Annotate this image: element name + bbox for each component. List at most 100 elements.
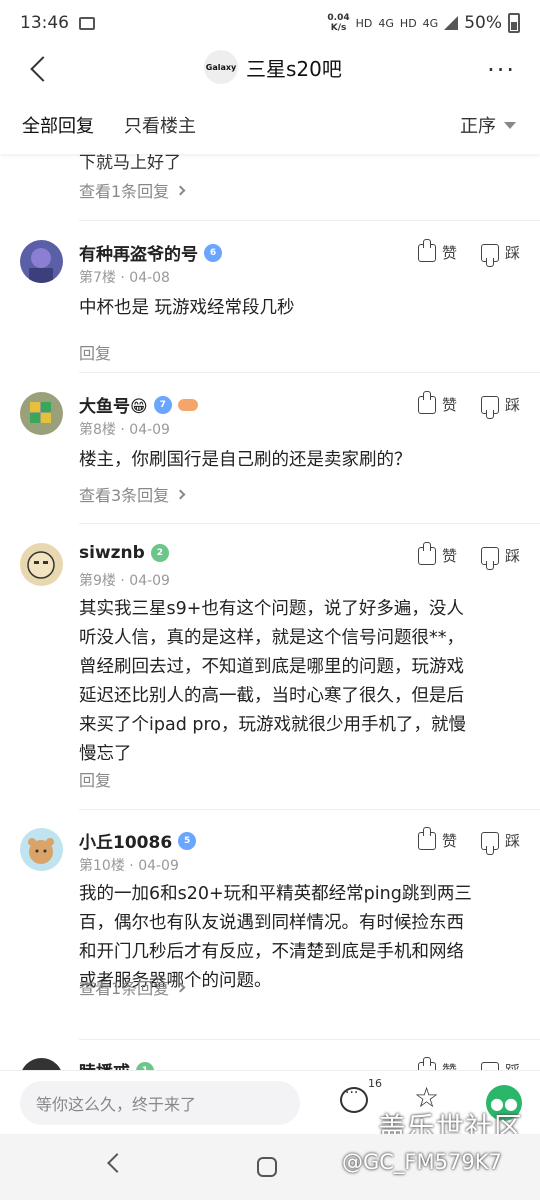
divider — [79, 372, 540, 373]
username[interactable]: siwznb 2 — [79, 543, 169, 563]
forum-title: 三星s20吧 — [246, 56, 342, 81]
avatar[interactable] — [20, 828, 63, 871]
watermark-user-id: @GC_FM579K7 — [342, 1150, 502, 1174]
like-button[interactable]: 赞 — [417, 390, 457, 415]
network-speed-value: 0.04 — [327, 13, 350, 23]
reply-content-line: 我的一加6和s20+玩和平精英都经常ping跳到两三 — [79, 884, 472, 904]
view-replies-link[interactable]: 查看1条回复 — [79, 178, 186, 202]
dislike-button[interactable]: 踩 — [480, 242, 520, 263]
avatar[interactable] — [20, 392, 63, 435]
system-back-icon[interactable] — [107, 1153, 127, 1173]
tab-all-replies[interactable]: 全部回复 — [22, 112, 94, 138]
reply-content-line: 延迟还比别人的高一截，当时心寒了很久，但是后 — [79, 686, 464, 706]
thumbs-up-icon — [417, 390, 436, 414]
comment-count: 16 — [368, 1077, 382, 1090]
like-button[interactable]: 赞 — [417, 541, 457, 566]
sort-order-dropdown[interactable]: 正序 — [460, 112, 516, 138]
view-replies-link[interactable]: 查看1条回复 — [79, 975, 186, 999]
reply-content-line: 慢忘了 — [79, 744, 132, 764]
vote-actions: 赞 踩 — [417, 826, 520, 851]
forum-logo: Galaxy — [204, 50, 238, 84]
floor-number: 第9楼 — [79, 573, 116, 589]
tab-op-only[interactable]: 只看楼主 — [124, 112, 196, 138]
vote-actions: 赞 踩 — [417, 541, 520, 566]
reply-content-line: 曾经刷回去过，不知道到底是哪里的问题，玩游戏 — [79, 657, 464, 677]
reply-content: 其实我三星s9+也有这个问题，说了好多遍，没人 听没人信，真的是这样，就是这个信… — [79, 595, 509, 769]
dislike-label: 踩 — [505, 1060, 520, 1070]
reply-content-line: 来买了个ipad pro，玩游戏就很少用手机了，就慢 — [79, 715, 466, 735]
vote-actions: 赞 踩 — [417, 1056, 520, 1070]
level-badge: 2 — [150, 544, 169, 562]
gamepad-badge-icon — [177, 398, 198, 411]
vote-actions: 赞 踩 — [417, 238, 520, 263]
previous-reply-tail: 下就马上好了 — [79, 154, 181, 173]
floor-number: 第7楼 — [79, 270, 116, 286]
reply-button[interactable]: 回复 — [79, 767, 111, 791]
view-replies-link[interactable]: 查看3条回复 — [79, 482, 186, 506]
reply-content: 楼主，你刷国行是自己刷的还是卖家刷的？ — [79, 450, 412, 470]
dislike-label: 踩 — [504, 244, 520, 262]
dislike-button[interactable]: 踩 — [480, 394, 520, 415]
username[interactable]: 睦播戒 1 — [79, 1058, 154, 1070]
thumbs-up-icon — [417, 1056, 436, 1070]
reply-meta: 第7楼 · 04-08 — [79, 270, 170, 286]
like-button[interactable]: 赞 — [417, 1056, 457, 1070]
thumbs-down-icon — [480, 546, 499, 565]
avatar[interactable] — [20, 543, 63, 586]
avatar[interactable] — [20, 240, 63, 283]
username[interactable]: 有种再盗爷的号 6 — [79, 240, 222, 265]
dislike-button[interactable]: 踩 — [480, 545, 520, 566]
network-speed: 0.04 K/s — [327, 13, 349, 33]
level-badge: 6 — [204, 243, 222, 262]
back-icon[interactable] — [26, 54, 56, 84]
username-text: siwznb — [79, 543, 145, 563]
signal-icon — [444, 16, 459, 30]
battery-icon — [508, 13, 520, 33]
like-button[interactable]: 赞 — [417, 826, 457, 851]
4g-label-2: 4G — [422, 16, 439, 30]
avatar[interactable] — [20, 1058, 63, 1070]
username[interactable]: 大鱼号😁 7 — [79, 392, 198, 417]
reply-list[interactable]: 下就马上好了 查看1条回复 有种再盗爷的号 6 第7楼 · 04-08 赞 踩 … — [0, 154, 540, 1070]
view-replies-label: 查看1条回复 — [79, 979, 170, 998]
caret-down-icon — [504, 121, 516, 129]
thumbs-up-icon — [417, 541, 436, 565]
reply-button[interactable]: 回复 — [79, 340, 111, 364]
reply-date: 04-09 — [129, 422, 170, 438]
hd-label-2: HD — [399, 16, 417, 30]
reply-meta: 第8楼 · 04-09 — [79, 422, 170, 438]
dislike-button[interactable]: 踩 — [480, 830, 520, 851]
dislike-label: 踩 — [504, 832, 520, 850]
thumbs-up-icon — [417, 238, 436, 262]
battery-percent: 50% — [464, 13, 502, 33]
avatar-figure-icon — [29, 248, 53, 283]
divider — [79, 523, 540, 524]
reply-date: 04-09 — [138, 858, 179, 874]
dislike-label: 踩 — [504, 396, 520, 414]
dislike-button[interactable]: 踩 — [480, 1060, 520, 1070]
like-button[interactable]: 赞 — [417, 238, 457, 263]
like-label: 赞 — [441, 396, 457, 414]
4g-label-1: 4G — [378, 16, 394, 30]
comment-icon[interactable] — [340, 1085, 368, 1113]
forum-title-group[interactable]: Galaxy 三星s20吧 — [204, 50, 342, 84]
like-label: 赞 — [442, 1060, 457, 1070]
thumbs-down-icon — [480, 395, 499, 414]
system-home-icon[interactable] — [257, 1157, 277, 1177]
username-text: 有种再盗爷的号 — [79, 245, 198, 265]
username[interactable]: 小丘10086 5 — [79, 828, 197, 853]
reply-input[interactable]: 等你这么久，终于来了 — [20, 1081, 300, 1125]
chevron-right-icon — [175, 982, 186, 992]
thumbs-up-icon — [417, 826, 436, 850]
like-label: 赞 — [441, 244, 457, 262]
floor-number: 第10楼 — [79, 858, 125, 874]
reply-date: 04-09 — [129, 573, 170, 589]
gallery-notification-icon — [79, 16, 95, 30]
reply-content-line: 百，偶尔也有队友说遇到同样情况。有时候捡东西 — [79, 913, 464, 933]
view-replies-label: 查看3条回复 — [79, 486, 170, 505]
reply-date: 04-08 — [129, 270, 170, 286]
dislike-label: 踩 — [504, 547, 520, 565]
more-options-icon[interactable]: ··· — [487, 56, 516, 84]
thumbs-down-icon — [480, 1061, 499, 1070]
level-badge: 7 — [153, 395, 172, 414]
